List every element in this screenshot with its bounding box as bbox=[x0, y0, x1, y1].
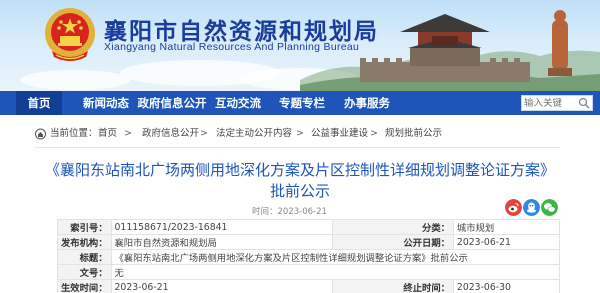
effective-label: 生效时间： bbox=[57, 279, 112, 293]
table-row: 标题： 《襄阳东站南北广场两侧用地深化方案及片区控制性详细规划调整论证方案》批前… bbox=[57, 249, 560, 265]
search-input[interactable] bbox=[524, 96, 578, 110]
title-value: 《襄阳东站南北广场两侧用地深化方案及片区控制性详细规划调整论证方案》批前公示 bbox=[110, 249, 560, 265]
pubdate-label: 公开日期： bbox=[332, 234, 454, 250]
breadcrumb-item-gov-info[interactable]: 政府信息公开 bbox=[142, 125, 199, 143]
weibo-icon[interactable] bbox=[505, 199, 522, 216]
nav-item-services[interactable]: 办事服务 bbox=[339, 91, 395, 115]
breadcrumb-item-public-welfare[interactable]: 公益事业建设 bbox=[311, 125, 368, 143]
breadcrumb-separator: > bbox=[200, 128, 208, 139]
breadcrumb-item-planning-notice[interactable]: 规划批前公示 bbox=[385, 125, 442, 143]
publish-date-value: 2023-06-21 bbox=[277, 207, 327, 217]
nav-item-interaction[interactable]: 互动交流 bbox=[210, 91, 266, 115]
publish-date: 时间：2023-06-21 bbox=[252, 205, 327, 217]
title-label: 标题： bbox=[57, 249, 112, 265]
end-value: 2023-06-30 bbox=[452, 279, 561, 293]
table-row: 文号： 无 bbox=[57, 264, 560, 280]
breadcrumb-separator: > bbox=[124, 128, 132, 139]
breadcrumb-item-home[interactable]: 首页 bbox=[98, 125, 117, 143]
qq-icon[interactable] bbox=[523, 199, 540, 216]
national-emblem-icon bbox=[45, 8, 95, 61]
breadcrumb-divider bbox=[35, 147, 560, 148]
search-icon[interactable] bbox=[578, 97, 590, 109]
nav-item-special[interactable]: 专题专栏 bbox=[273, 91, 331, 115]
table-row: 索引号： 011158671/2023-16841 分类： 城市规划 bbox=[57, 219, 561, 235]
breadcrumb-separator: > bbox=[296, 128, 304, 139]
index-label: 索引号： bbox=[57, 219, 112, 235]
category-label: 分类： bbox=[332, 219, 454, 235]
docno-label: 文号： bbox=[57, 264, 112, 280]
wechat-icon[interactable] bbox=[541, 199, 558, 216]
nav-item-home[interactable]: 首页 bbox=[16, 91, 62, 115]
index-value: 011158671/2023-16841 bbox=[110, 219, 334, 235]
publish-date-label: 时间： bbox=[252, 207, 278, 217]
breadcrumb: 当前位置： 首页 > 政府信息公开 > 法定主动公开内容 > 公益事业建设 > … bbox=[0, 125, 600, 143]
docno-value: 无 bbox=[110, 264, 560, 280]
city-scenery-illustration bbox=[300, 10, 600, 91]
effective-value: 2023-06-21 bbox=[110, 279, 334, 293]
home-location-icon bbox=[35, 128, 46, 140]
breadcrumb-item-statutory[interactable]: 法定主动公开内容 bbox=[216, 125, 292, 143]
document-info-table: 索引号： 011158671/2023-16841 分类： 城市规划 发布机构：… bbox=[57, 219, 561, 293]
pubdate-value: 2023-06-21 bbox=[452, 234, 561, 250]
publisher-value: 襄阳市自然资源和规划局 bbox=[110, 234, 334, 250]
end-label: 终止时间： bbox=[332, 279, 454, 293]
article-title: 《襄阳东站南北广场两侧用地深化方案及片区控制性详细规划调整论证方案》批前公示 bbox=[45, 161, 556, 200]
table-row: 生效时间： 2023-06-21 终止时间： 2023-06-30 bbox=[57, 279, 561, 293]
nav-item-news[interactable]: 新闻动态 bbox=[78, 91, 134, 115]
nav-item-gov-info[interactable]: 政府信息公开 bbox=[137, 91, 207, 115]
main-nav: 首页 新闻动态 政府信息公开 互动交流 专题专栏 办事服务 bbox=[0, 91, 600, 115]
header-banner: 襄阳市自然资源和规划局 Xiangyang Natural Resources … bbox=[0, 0, 600, 91]
breadcrumb-prefix: 当前位置： bbox=[50, 128, 98, 139]
category-value: 城市规划 bbox=[452, 219, 561, 235]
search-box bbox=[521, 95, 593, 111]
publisher-label: 发布机构： bbox=[57, 234, 112, 250]
table-row: 发布机构： 襄阳市自然资源和规划局 公开日期： 2023-06-21 bbox=[57, 234, 561, 250]
breadcrumb-separator: > bbox=[370, 128, 378, 139]
